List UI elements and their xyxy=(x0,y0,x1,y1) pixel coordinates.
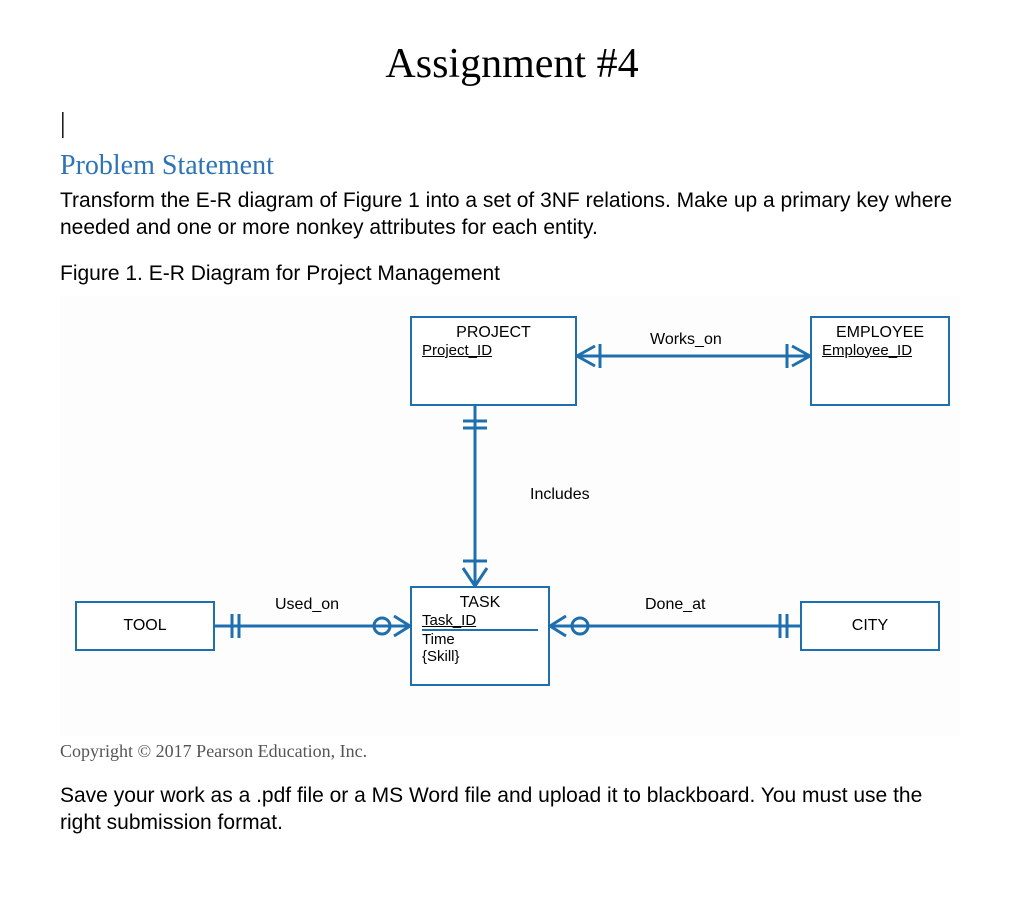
copyright-text: Copyright © 2017 Pearson Education, Inc. xyxy=(60,741,964,762)
entity-pk: Employee_ID xyxy=(822,342,938,359)
entity-task: TASK Task_ID Time {Skill} xyxy=(410,586,550,686)
problem-text-2: attributes for each entity. xyxy=(364,216,598,239)
rel-includes: Includes xyxy=(530,486,590,504)
entity-name: CITY xyxy=(852,617,888,635)
problem-statement: Transform the E-R diagram of Figure 1 in… xyxy=(60,187,964,242)
section-heading: Problem Statement xyxy=(60,150,964,182)
instructions-text: Save your work as a .pdf file or a MS Wo… xyxy=(60,782,964,837)
entity-attr: Time xyxy=(422,629,538,648)
entity-pk: Task_ID xyxy=(422,612,538,629)
entity-name: PROJECT xyxy=(422,324,565,342)
entity-name: TOOL xyxy=(123,617,166,635)
entity-attr: {Skill} xyxy=(422,648,538,665)
entity-tool: TOOL xyxy=(75,601,215,651)
entity-project: PROJECT Project_ID xyxy=(410,316,577,406)
rel-done-at: Done_at xyxy=(645,596,706,614)
page-title: Assignment #4 xyxy=(60,40,964,88)
er-diagram: PROJECT Project_ID EMPLOYEE Employee_ID … xyxy=(60,296,960,736)
entity-pk: Project_ID xyxy=(422,342,565,359)
entity-employee: EMPLOYEE Employee_ID xyxy=(810,316,950,406)
entity-city: CITY xyxy=(800,601,940,651)
text-cursor: | xyxy=(60,108,964,140)
entity-name: TASK xyxy=(422,594,538,612)
entity-name: EMPLOYEE xyxy=(822,324,938,342)
rel-used-on: Used_on xyxy=(275,596,339,614)
spell-error-word: nonkey xyxy=(296,216,364,239)
rel-works-on: Works_on xyxy=(650,331,722,349)
figure-caption: Figure 1. E-R Diagram for Project Manage… xyxy=(60,262,964,286)
